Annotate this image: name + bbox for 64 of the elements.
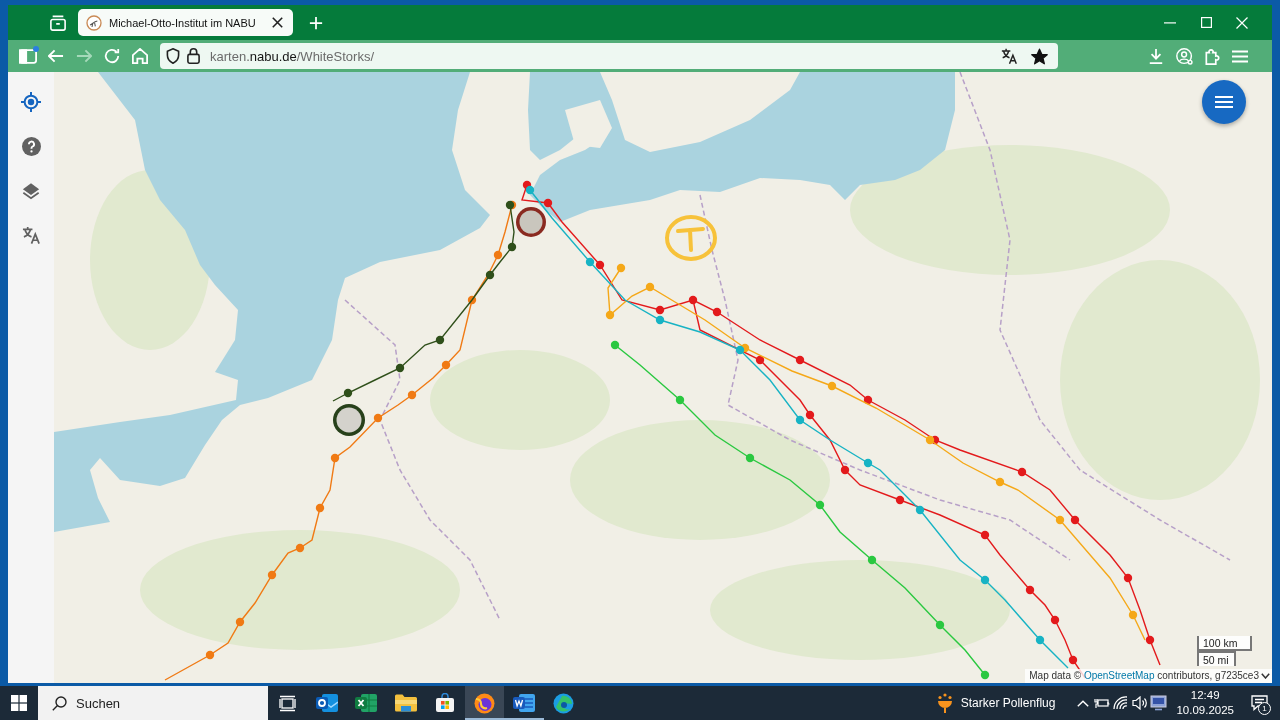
- chevron-up-icon: [1076, 699, 1089, 707]
- circle-logo-icon: [86, 14, 102, 31]
- migration-track[interactable]: [164, 200, 517, 681]
- arrow-left-icon: [48, 49, 64, 63]
- battery-icon: [1093, 697, 1110, 709]
- task-view-icon: [279, 694, 297, 712]
- migration-track[interactable]: [525, 185, 1069, 669]
- photo-marker[interactable]: [516, 207, 546, 237]
- browser-icon: [474, 692, 496, 714]
- plus-icon: [308, 15, 323, 30]
- close-icon: [272, 17, 284, 28]
- url-text: karten.nabu.de/WhiteStorks/: [210, 48, 375, 64]
- web-browser-icon: [552, 692, 574, 714]
- minimize-icon: [1164, 21, 1176, 24]
- layers-icon: [22, 182, 40, 200]
- notifications-button[interactable]: 1: [1244, 686, 1274, 720]
- spreadsheet-icon: [355, 693, 378, 713]
- migration-track[interactable]: [521, 180, 1161, 666]
- home-icon: [132, 48, 148, 64]
- notification-count: 1: [1258, 702, 1271, 715]
- attribution-link[interactable]: OpenStreetMap: [1083, 670, 1155, 681]
- weather-button[interactable]: Starker Pollenflug: [928, 686, 1062, 720]
- account-icon: [1175, 47, 1193, 65]
- map-attribution: Map data © OpenStreetMap contributors, g7235ce3: [1029, 669, 1259, 683]
- shopping-bag-icon: [435, 693, 456, 713]
- scale-bar: 50 mi: [1197, 651, 1236, 666]
- arrow-right-icon: [76, 49, 92, 63]
- migration-track[interactable]: [605, 263, 1146, 641]
- scale-bar: 100 km: [1197, 636, 1252, 651]
- migration-track[interactable]: [610, 340, 990, 680]
- menu-icon: [1232, 49, 1248, 63]
- search-icon: [52, 696, 67, 711]
- download-icon: [1148, 48, 1164, 64]
- chevron-down-icon[interactable]: [1261, 673, 1270, 679]
- tab-list-icon: [50, 14, 66, 31]
- bookmark-star-icon[interactable]: [1031, 47, 1048, 65]
- speaker-icon: [1131, 696, 1148, 710]
- sidebar-icon: [19, 48, 37, 64]
- translate-icon[interactable]: [1001, 47, 1018, 65]
- search-field[interactable]: Suchen: [38, 686, 268, 720]
- document-icon: [513, 693, 536, 713]
- help-icon: [21, 137, 41, 156]
- monitor-icon: [1150, 695, 1168, 711]
- translate-icon: [21, 226, 41, 245]
- puzzle-icon: [1204, 47, 1220, 65]
- clock-button[interactable]: 12:49 10.09.2025: [1168, 686, 1244, 720]
- menu-icon: [1215, 95, 1233, 109]
- folder-icon: [394, 694, 417, 712]
- lock-icon: [187, 48, 200, 64]
- address-bar[interactable]: karten.nabu.de/WhiteStorks/: [160, 43, 1058, 69]
- message-icon: [1250, 695, 1268, 711]
- reload-icon: [104, 48, 120, 64]
- taskbar-app-button[interactable]: [464, 686, 505, 720]
- wifi-icon: [1113, 696, 1129, 710]
- shield-icon: [166, 48, 180, 64]
- maximize-icon: [1200, 17, 1212, 28]
- scribble-drawing: [665, 215, 717, 261]
- migration-track[interactable]: [332, 200, 517, 402]
- start-icon: [11, 695, 27, 711]
- browser-tab[interactable]: Michael-Otto-Institut im NABU: [78, 9, 293, 36]
- close-icon: [1236, 16, 1248, 29]
- locate-icon: [21, 92, 41, 112]
- mail-icon: [316, 693, 339, 713]
- photo-marker[interactable]: [333, 404, 365, 436]
